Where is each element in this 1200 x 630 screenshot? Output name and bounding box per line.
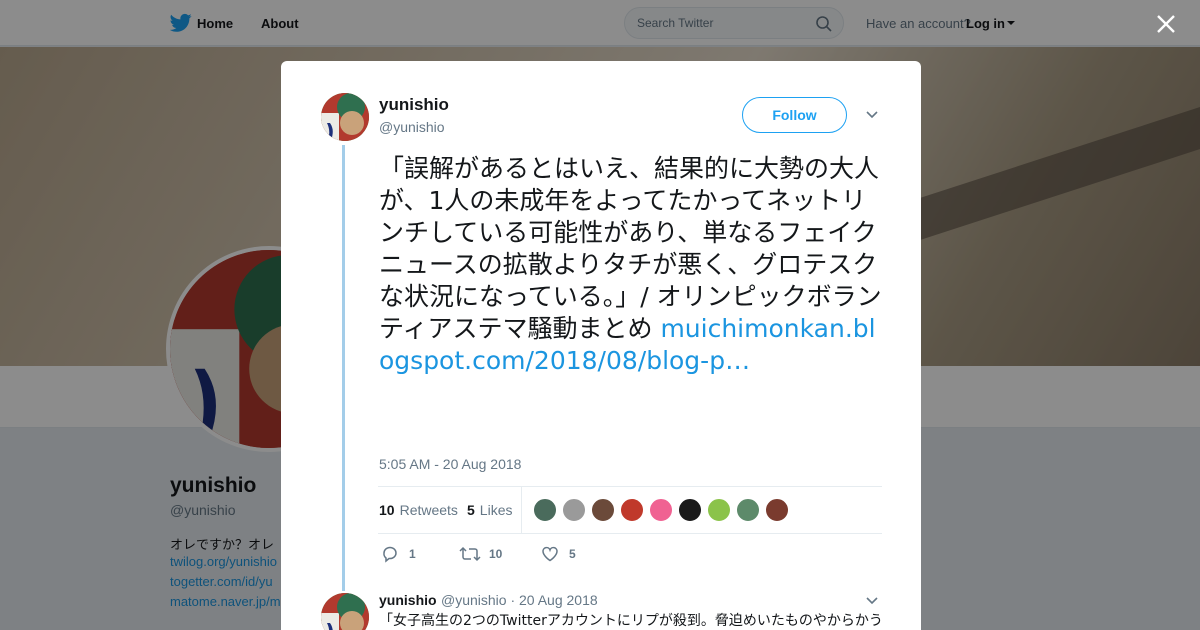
reply-text: 「女子高生の2つのTwitterアカウントにリプが殺到。脅迫めいたものやからかう <box>379 613 883 629</box>
likes-stat[interactable]: 5 Likes <box>467 502 512 518</box>
liker-avatar[interactable] <box>620 498 644 522</box>
thread-connector <box>342 145 345 591</box>
like-count: 5 <box>569 547 576 561</box>
author-name[interactable]: yunishio <box>379 95 449 115</box>
liker-avatar[interactable] <box>562 498 586 522</box>
reply-chevron-down-icon[interactable] <box>865 595 879 607</box>
retweets-stat[interactable]: 10 Retweets <box>379 502 458 518</box>
reply-icon[interactable] <box>381 545 399 563</box>
author-avatar-image <box>321 93 369 141</box>
heart-icon[interactable] <box>541 545 559 563</box>
liker-avatar[interactable] <box>591 498 615 522</box>
liker-avatar[interactable] <box>649 498 673 522</box>
liker-avatar[interactable] <box>678 498 702 522</box>
tweet-timestamp[interactable]: 5:05 AM - 20 Aug 2018 <box>379 456 521 472</box>
liker-avatar[interactable] <box>533 498 557 522</box>
tweet-text: 「誤解があるとはいえ、結果的に大勢の大人が、1人の未成年をよってたかってネットリ… <box>379 153 885 377</box>
author-handle[interactable]: @yunishio <box>379 119 445 135</box>
retweets-label: Retweets <box>399 502 458 518</box>
likes-label: Likes <box>479 502 513 518</box>
reply-meta[interactable]: @yunishio · 20 Aug 2018 <box>441 592 598 608</box>
close-icon[interactable] <box>1154 12 1178 36</box>
tweet-stats: 10 Retweets 5 Likes <box>378 486 882 534</box>
likes-count: 5 <box>467 502 475 518</box>
tweet-modal: yunishio @yunishio Follow 「誤解があるとはいえ、結果的… <box>281 61 921 630</box>
reply-author-name[interactable]: yunishio <box>379 592 437 608</box>
author-avatar[interactable] <box>321 93 369 141</box>
reply-avatar-image <box>321 593 369 630</box>
reply-author-avatar[interactable] <box>321 593 369 630</box>
retweet-icon[interactable] <box>459 545 481 563</box>
chevron-down-icon[interactable] <box>865 109 879 121</box>
reply-count: 1 <box>409 547 416 561</box>
stats-divider <box>521 487 522 533</box>
retweets-count: 10 <box>379 502 395 518</box>
liker-avatar[interactable] <box>736 498 760 522</box>
retweet-count: 10 <box>489 547 503 561</box>
liker-avatar[interactable] <box>765 498 789 522</box>
follow-button[interactable]: Follow <box>742 97 847 133</box>
liker-avatar[interactable] <box>707 498 731 522</box>
